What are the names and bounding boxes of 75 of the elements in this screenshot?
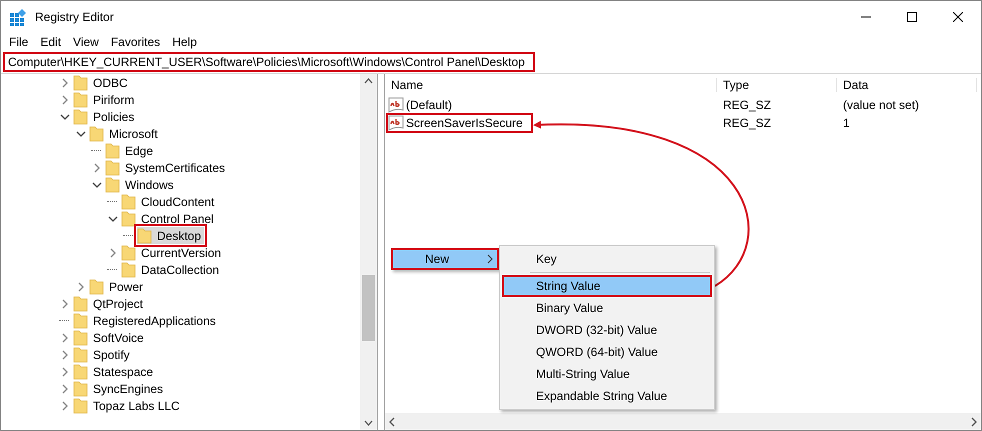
- folder-icon: [137, 227, 152, 244]
- folder-icon: [73, 295, 88, 312]
- folder-icon: [73, 74, 88, 91]
- value-type: REG_SZ: [722, 116, 772, 130]
- tree-item[interactable]: CurrentVersion: [121, 244, 224, 261]
- menu-item[interactable]: Favorites: [104, 34, 166, 48]
- folder-icon: [73, 329, 88, 346]
- tree-item[interactable]: Windows: [105, 176, 177, 193]
- menu-item[interactable]: Key: [502, 248, 712, 270]
- folder-icon: [73, 346, 88, 363]
- tree-item[interactable]: SyncEngines: [73, 380, 166, 397]
- tree-item[interactable]: Control Panel: [121, 210, 217, 227]
- menu-item[interactable]: New: [391, 248, 499, 270]
- maximize-icon: [907, 12, 917, 22]
- string-value-icon: [388, 115, 404, 131]
- folder-icon: [73, 312, 88, 329]
- folder-icon: [105, 176, 120, 193]
- folder-icon: [121, 244, 136, 261]
- menu-item[interactable]: String Value: [502, 275, 712, 297]
- folder-icon: [121, 261, 136, 278]
- tree-item[interactable]: Statespace: [73, 363, 156, 380]
- folder-icon: [89, 278, 104, 295]
- tree-item[interactable]: DataCollection: [121, 261, 222, 278]
- tree-item[interactable]: ODBC: [73, 74, 131, 91]
- menu-item[interactable]: Help: [166, 34, 203, 48]
- close-icon: [953, 12, 963, 22]
- column-header[interactable]: Type: [717, 78, 837, 92]
- value-type: REG_SZ: [722, 98, 772, 112]
- tree-item[interactable]: Edge: [105, 142, 156, 159]
- vertical-scrollbar[interactable]: [360, 74, 377, 430]
- window-title: Registry Editor: [35, 10, 115, 24]
- folder-icon: [89, 125, 104, 142]
- tree-item[interactable]: Microsoft: [89, 125, 161, 142]
- value-name[interactable]: (Default): [406, 98, 452, 112]
- folder-icon: [73, 91, 88, 108]
- value-data: (value not set): [842, 98, 920, 112]
- menu-item[interactable]: DWORD (32-bit) Value: [502, 319, 712, 341]
- tree-item[interactable]: Piriform: [73, 91, 138, 108]
- folder-icon: [73, 108, 88, 125]
- menu-item[interactable]: Binary Value: [502, 297, 712, 319]
- menu-item[interactable]: File: [3, 34, 34, 48]
- scrollbar-thumb[interactable]: [362, 275, 375, 341]
- tree-item[interactable]: Policies: [73, 108, 138, 125]
- tree-item[interactable]: Spotify: [73, 346, 133, 363]
- column-header[interactable]: Name: [385, 78, 717, 92]
- folder-icon: [105, 142, 120, 159]
- menu-item[interactable]: Edit: [34, 34, 68, 48]
- horizontal-scrollbar[interactable]: [385, 413, 981, 430]
- menu-item[interactable]: Multi-String Value: [502, 363, 712, 385]
- app-icon: [9, 8, 27, 26]
- tree-item[interactable]: QtProject: [73, 295, 146, 312]
- scroll-left-icon[interactable]: [388, 416, 397, 426]
- tree-item[interactable]: SoftVoice: [73, 329, 147, 346]
- scroll-right-icon[interactable]: [969, 416, 978, 426]
- chevron-right-icon: [487, 254, 493, 264]
- string-value-icon: [388, 97, 404, 113]
- tree-item[interactable]: SystemCertificates: [105, 159, 228, 176]
- folder-icon: [121, 193, 136, 210]
- tree-item[interactable]: Power: [89, 278, 146, 295]
- tree-item[interactable]: CloudContent: [121, 193, 218, 210]
- folder-icon: [121, 210, 136, 227]
- folder-icon: [73, 380, 88, 397]
- folder-icon: [105, 159, 120, 176]
- value-name[interactable]: ScreenSaverIsSecure: [406, 116, 523, 130]
- address-field[interactable]: Computer\HKEY_CURRENT_USER\Software\Policies\Microsoft\Windows\Control Panel\Desktop: [3, 52, 535, 72]
- menu-item[interactable]: QWORD (64-bit) Value: [502, 341, 712, 363]
- tree-item[interactable]: RegisteredApplications: [73, 312, 219, 329]
- folder-icon: [73, 397, 88, 414]
- column-header[interactable]: Data: [837, 78, 977, 92]
- menu-item[interactable]: Expandable String Value: [502, 385, 712, 407]
- tree-item[interactable]: Topaz Labs LLC: [73, 397, 183, 414]
- folder-icon: [73, 363, 88, 380]
- menu-item[interactable]: View: [67, 34, 105, 48]
- tree-item[interactable]: Desktop: [137, 227, 204, 244]
- value-data: 1: [842, 116, 851, 130]
